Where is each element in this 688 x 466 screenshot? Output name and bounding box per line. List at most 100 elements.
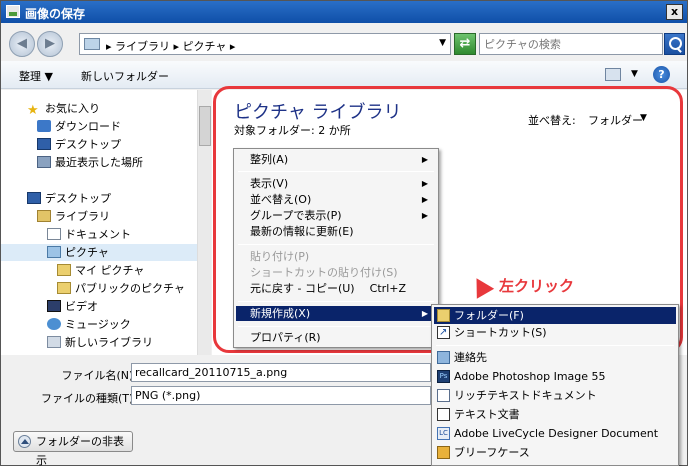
- folder-icon: [437, 309, 450, 322]
- menu-item-paste-shortcut: ショートカットの貼り付け(S): [250, 266, 398, 279]
- chevron-down-icon[interactable]: ▼: [640, 113, 647, 123]
- nav-scrollbar[interactable]: [197, 90, 211, 355]
- nav-libraries[interactable]: ライブラリ: [37, 208, 110, 225]
- menu-divider: [238, 301, 434, 302]
- filename-field[interactable]: recallcard_20110715_a.png: [131, 363, 431, 382]
- download-icon: [37, 120, 51, 132]
- submenu-item-livecycle[interactable]: LC Adobe LiveCycle Designer Document: [434, 425, 676, 442]
- rich-text-icon: [437, 389, 450, 402]
- submenu-item-folder[interactable]: フォルダー(F): [434, 307, 676, 324]
- nav-downloads[interactable]: ダウンロード: [37, 118, 121, 135]
- view-options-icon[interactable]: [605, 68, 621, 81]
- search-icon[interactable]: [664, 33, 685, 55]
- folder-icon: [57, 264, 71, 276]
- refresh-button[interactable]: ⇄: [454, 33, 476, 55]
- filename-label: ファイル名(N):: [61, 369, 137, 382]
- save-image-dialog: 画像の保存 x ◀ ▶ ▸ ライブラリ ▸ ピクチャ ▸ ▼ ⇄ 整理 ▼ 新し…: [0, 0, 688, 466]
- menu-item-sort[interactable]: 並べ替え(O) ▶: [236, 192, 436, 207]
- back-button[interactable]: ◀: [9, 31, 35, 57]
- hide-folders-button[interactable]: フォルダーの非表示: [13, 431, 133, 466]
- filetype-select[interactable]: PNG (*.png): [131, 386, 431, 405]
- recent-places-icon: [37, 156, 51, 168]
- menu-item-paste: 貼り付け(P): [250, 250, 310, 263]
- undo-shortcut: Ctrl+Z: [369, 282, 406, 295]
- nav-new-library[interactable]: 新しいライブラリ: [47, 334, 153, 351]
- sort-dropdown[interactable]: フォルダー: [588, 112, 643, 128]
- shortcut-icon: [437, 324, 450, 341]
- pictures-folder-icon: [84, 38, 100, 50]
- title-bar: 画像の保存 x: [1, 1, 687, 23]
- folder-icon: [57, 282, 71, 294]
- pictures-icon: [47, 246, 61, 258]
- menu-item-undo-copy[interactable]: 元に戻す - コピー(U) Ctrl+Z: [236, 281, 436, 296]
- submenu-arrow-icon: ▶: [421, 309, 428, 318]
- new-library-icon: [47, 336, 61, 348]
- menu-item-group-by[interactable]: グループで表示(P) ▶: [236, 208, 436, 223]
- submenu-arrow-icon: ▶: [421, 211, 428, 220]
- menu-divider: [238, 244, 434, 245]
- nav-pictures[interactable]: ピクチャ: [1, 244, 197, 261]
- contact-icon: [437, 351, 450, 364]
- submenu-item-contact[interactable]: 連絡先: [434, 349, 676, 366]
- menu-divider: [436, 345, 674, 346]
- submenu-item-shortcut[interactable]: ショートカット(S): [434, 324, 676, 341]
- nav-favorites[interactable]: ★ お気に入り: [27, 100, 100, 117]
- submenu-item-photoshop[interactable]: Ps Adobe Photoshop Image 55: [434, 368, 676, 385]
- submenu-arrow-icon: ▶: [421, 155, 428, 164]
- library-title: ピクチャ ライブラリ: [234, 102, 402, 123]
- context-menu: 整列(A) ▶ 表示(V) ▶ 並べ替え(O) ▶ グループで表示(P) ▶ 最新の情報…: [233, 148, 439, 348]
- menu-item-arrange[interactable]: 整列(A) ▶: [236, 152, 436, 167]
- breadcrumb[interactable]: ▸ ライブラリ ▸ ピクチャ ▸ ▼: [79, 33, 451, 55]
- nav-desktop[interactable]: デスクトップ: [27, 190, 111, 207]
- nav-music[interactable]: ミュージック: [47, 316, 131, 333]
- help-icon[interactable]: ?: [653, 66, 670, 83]
- submenu-item-text-document[interactable]: テキスト文書: [434, 406, 676, 423]
- search-box[interactable]: [479, 33, 663, 55]
- target-folders-link[interactable]: 対象フォルダー: 2 か所: [234, 122, 351, 138]
- nav-my-pictures[interactable]: マイ ピクチャ: [57, 262, 144, 279]
- sort-label: 並べ替え:: [528, 114, 576, 127]
- chevron-down-icon[interactable]: ▼: [439, 38, 446, 48]
- organize-button[interactable]: 整理 ▼: [19, 68, 53, 84]
- text-document-icon: [437, 408, 450, 421]
- forward-button[interactable]: ▶: [37, 31, 63, 57]
- menu-item-refresh[interactable]: 最新の情報に更新(E): [236, 224, 436, 239]
- nav-desktop-favorite[interactable]: デスクトップ: [37, 136, 121, 153]
- star-icon: ★: [27, 103, 39, 118]
- window-title: 画像の保存: [25, 7, 86, 21]
- command-bar: 整理 ▼ 新しいフォルダー ▼ ?: [1, 61, 687, 89]
- new-folder-button[interactable]: 新しいフォルダー: [81, 68, 169, 84]
- livecycle-icon: LC: [437, 427, 450, 440]
- menu-item-new[interactable]: 新規作成(X) ▶: [236, 306, 436, 321]
- library-icon: [37, 210, 51, 222]
- menu-item-view[interactable]: 表示(V) ▶: [236, 176, 436, 191]
- scrollbar-thumb[interactable]: [199, 106, 211, 146]
- submenu-arrow-icon: ▶: [421, 179, 428, 188]
- submenu-arrow-icon: ▶: [421, 195, 428, 204]
- close-button[interactable]: x: [666, 4, 683, 20]
- search-input[interactable]: [484, 36, 656, 52]
- documents-icon: [47, 228, 61, 240]
- desktop-icon: [27, 192, 41, 204]
- video-icon: [47, 300, 61, 312]
- filetype-label: ファイルの種類(T):: [40, 392, 137, 405]
- photoshop-icon: Ps: [437, 370, 450, 383]
- nav-public-pictures[interactable]: パブリックのピクチャ: [57, 280, 185, 297]
- new-submenu: フォルダー(F) ショートカット(S) 連絡先 PsAdobe Photosho…: [431, 304, 679, 466]
- desktop-icon: [37, 138, 51, 150]
- briefcase-icon: [437, 446, 450, 459]
- menu-divider: [238, 171, 434, 172]
- annotation-label: 左クリック: [499, 277, 575, 295]
- music-icon: [47, 318, 61, 330]
- view-dropdown-icon[interactable]: ▼: [631, 69, 638, 79]
- menu-item-properties[interactable]: プロパティ(R): [236, 330, 436, 345]
- nav-recent-places[interactable]: 最近表示した場所: [37, 154, 143, 171]
- nav-videos[interactable]: ビデオ: [47, 298, 98, 315]
- nav-documents[interactable]: ドキュメント: [47, 226, 131, 243]
- navigation-pane: ★ お気に入り ダウンロード デスクトップ 最近表示した場所 デスクトップ ライブ…: [1, 90, 211, 355]
- address-bar: ◀ ▶ ▸ ライブラリ ▸ ピクチャ ▸ ▼ ⇄: [1, 27, 687, 59]
- image-icon: [6, 5, 20, 18]
- submenu-item-rich-text[interactable]: リッチテキストドキュメント: [434, 387, 676, 404]
- submenu-item-briefcase[interactable]: ブリーフケース: [434, 444, 676, 461]
- breadcrumb-path[interactable]: ▸ ライブラリ ▸ ピクチャ ▸: [106, 38, 235, 54]
